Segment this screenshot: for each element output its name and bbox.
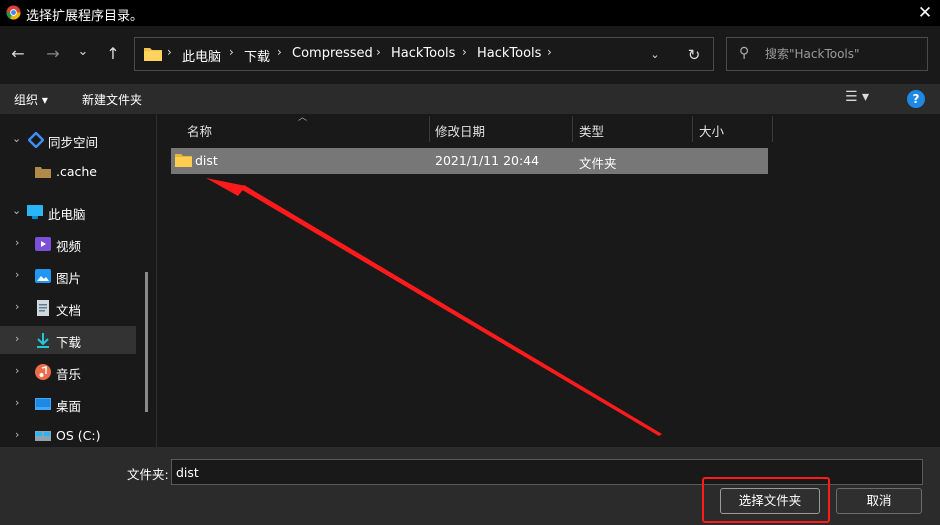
music-icon bbox=[35, 364, 51, 380]
sidebar-item-this-pc[interactable]: ⌄ 此电脑 bbox=[0, 198, 136, 226]
view-options-button[interactable]: ☰ ▾ bbox=[845, 89, 885, 109]
sidebar-item-label: 音乐 bbox=[56, 367, 82, 382]
breadcrumb-separator: › bbox=[277, 45, 282, 59]
file-name: dist bbox=[195, 153, 218, 168]
chrome-icon bbox=[6, 5, 21, 20]
sidebar-item-videos[interactable]: › 视频 bbox=[0, 230, 136, 258]
sidebar-item-label: 桌面 bbox=[56, 399, 82, 414]
folder-icon bbox=[144, 48, 162, 61]
breadcrumb-separator: › bbox=[376, 45, 381, 59]
sidebar-item-sync-space[interactable]: ⌄ 同步空间 bbox=[0, 126, 136, 154]
breadcrumb-separator: › bbox=[229, 45, 234, 59]
breadcrumb-separator: › bbox=[462, 45, 467, 59]
back-button[interactable]: ← bbox=[5, 39, 31, 69]
sidebar-scrollbar[interactable] bbox=[145, 272, 148, 412]
breadcrumb-compressed[interactable]: Compressed bbox=[292, 46, 373, 61]
chevron-right-icon[interactable]: › bbox=[15, 236, 19, 249]
column-divider[interactable] bbox=[572, 116, 573, 142]
sidebar-item-label: 视频 bbox=[56, 239, 82, 254]
sidebar-item-os-c[interactable]: › OS (C:) bbox=[0, 422, 136, 447]
help-icon[interactable]: ? bbox=[907, 90, 925, 108]
folder-icon bbox=[175, 154, 192, 167]
sidebar-item-downloads[interactable]: › 下载 bbox=[0, 326, 136, 354]
cancel-button[interactable]: 取消 bbox=[836, 488, 922, 514]
chevron-right-icon[interactable]: › bbox=[15, 428, 19, 441]
dialog-title: 选择扩展程序目录。 bbox=[26, 9, 144, 24]
breadcrumb-downloads[interactable]: 下载 bbox=[244, 46, 270, 65]
desktop-icon bbox=[35, 398, 51, 410]
breadcrumb-this-pc[interactable]: 此电脑 bbox=[182, 46, 221, 65]
recent-locations-button[interactable]: ⌄ bbox=[70, 37, 96, 67]
sidebar-item-label: 同步空间 bbox=[48, 135, 99, 150]
sidebar-item-desktop[interactable]: › 桌面 bbox=[0, 390, 136, 418]
forward-button[interactable]: → bbox=[40, 39, 66, 69]
folder-field-label: 文件夹: bbox=[127, 467, 169, 482]
search-input[interactable] bbox=[765, 45, 923, 63]
file-row[interactable]: dist 2021/1/11 20:44 文件夹 bbox=[171, 148, 768, 174]
chevron-right-icon[interactable]: › bbox=[15, 332, 19, 345]
chevron-right-icon[interactable]: › bbox=[15, 364, 19, 377]
column-divider[interactable] bbox=[772, 116, 773, 142]
column-header-name[interactable]: 名称 bbox=[187, 121, 212, 140]
breadcrumb-hacktools[interactable]: HackTools bbox=[391, 46, 455, 61]
search-icon: ⚲ bbox=[739, 45, 750, 61]
sidebar-item-label: 图片 bbox=[56, 271, 82, 286]
navigation-pane: ⌄ 同步空间 .cache ⌄ 此电脑 › 视频 › 图片 › 文档 › 下载 … bbox=[0, 114, 156, 447]
sort-ascending-icon: ︿ bbox=[298, 113, 308, 123]
chevron-down-icon[interactable]: ⌄ bbox=[12, 132, 21, 145]
title-bar: 选择扩展程序目录。 ✕ bbox=[0, 0, 940, 26]
sidebar-item-label: 此电脑 bbox=[48, 207, 86, 222]
column-header-modified[interactable]: 修改日期 bbox=[435, 121, 485, 140]
highlight-annotation-box bbox=[702, 477, 830, 523]
documents-icon bbox=[37, 300, 49, 316]
column-header-type[interactable]: 类型 bbox=[579, 121, 604, 140]
computer-icon bbox=[27, 205, 43, 219]
sidebar-item-label: 下载 bbox=[56, 335, 82, 350]
sidebar-item-pictures[interactable]: › 图片 bbox=[0, 262, 136, 290]
search-box[interactable]: ⚲ bbox=[726, 37, 928, 71]
breadcrumb-separator: › bbox=[547, 45, 552, 59]
close-button[interactable]: ✕ bbox=[912, 1, 938, 25]
chevron-down-icon[interactable]: ⌄ bbox=[12, 204, 21, 217]
sidebar-item-label: 文档 bbox=[56, 303, 82, 318]
sidebar-item-cache[interactable]: .cache bbox=[0, 158, 136, 186]
sidebar-item-music[interactable]: › 音乐 bbox=[0, 358, 136, 386]
video-icon bbox=[35, 237, 51, 251]
chevron-right-icon[interactable]: › bbox=[15, 268, 19, 281]
sidebar-item-label: OS (C:) bbox=[56, 428, 101, 443]
column-divider[interactable] bbox=[429, 116, 430, 142]
pictures-icon bbox=[35, 269, 51, 283]
file-type: 文件夹 bbox=[579, 156, 617, 171]
refresh-icon[interactable]: ↻ bbox=[683, 44, 705, 66]
column-divider[interactable] bbox=[692, 116, 693, 142]
chevron-right-icon[interactable]: › bbox=[15, 396, 19, 409]
address-bar[interactable]: › 此电脑 › 下载 › Compressed › HackTools › Ha… bbox=[134, 37, 714, 71]
folder-icon bbox=[35, 167, 51, 178]
up-button[interactable]: ↑ bbox=[100, 39, 126, 69]
sidebar-item-label: .cache bbox=[56, 164, 97, 179]
pane-divider bbox=[156, 114, 157, 447]
file-modified-date: 2021/1/11 20:44 bbox=[435, 153, 540, 168]
drive-icon bbox=[35, 431, 51, 441]
command-toolbar: 组织 ▾ 新建文件夹 ☰ ▾ ? bbox=[0, 84, 940, 114]
chevron-right-icon[interactable]: › bbox=[15, 300, 19, 313]
column-header-size[interactable]: 大小 bbox=[699, 121, 724, 140]
breadcrumb-hacktools-current[interactable]: HackTools bbox=[477, 46, 541, 61]
new-folder-button[interactable]: 新建文件夹 bbox=[82, 91, 142, 108]
sync-space-icon bbox=[28, 132, 44, 148]
organize-menu-button[interactable]: 组织 ▾ bbox=[14, 91, 48, 108]
breadcrumb-separator: › bbox=[167, 45, 172, 59]
chevron-down-icon[interactable]: ⌄ bbox=[644, 44, 666, 66]
sidebar-item-documents[interactable]: › 文档 bbox=[0, 294, 136, 322]
download-icon bbox=[37, 333, 49, 348]
